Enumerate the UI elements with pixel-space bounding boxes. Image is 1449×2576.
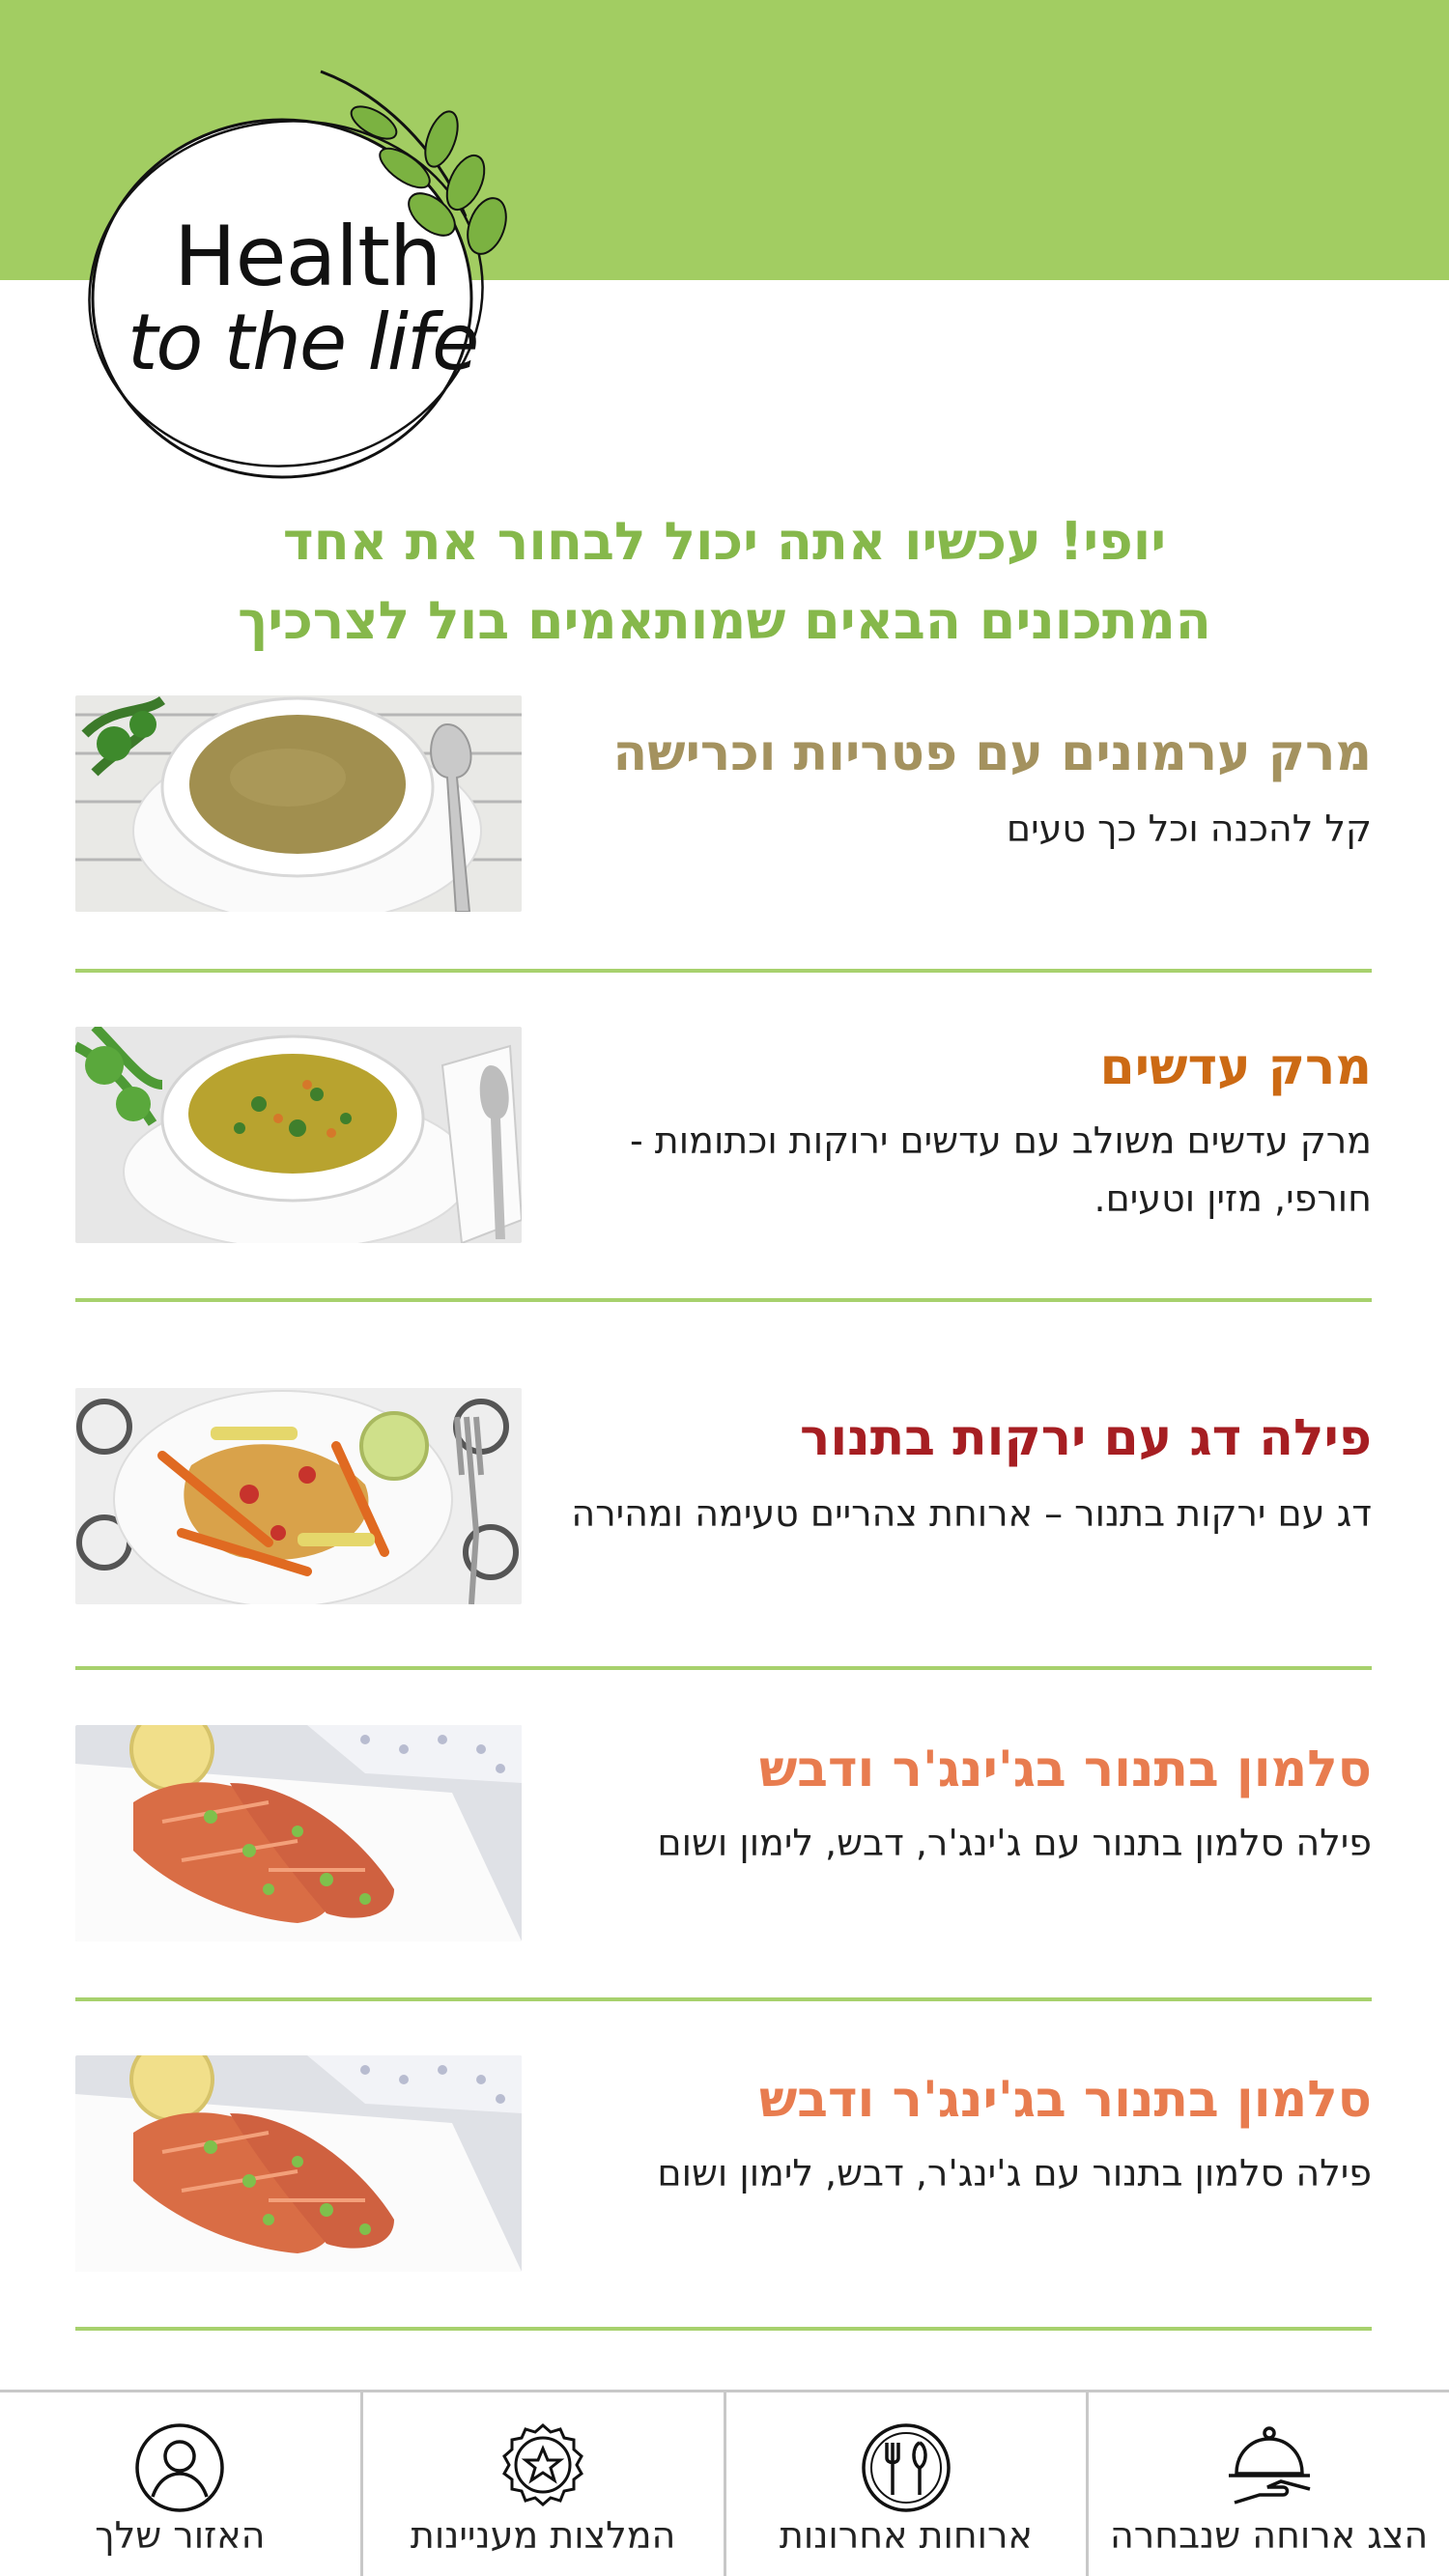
logo: Health to the life	[79, 62, 524, 487]
intro-line2: המתכונים הבאים שמותאמים בול לצרכיך	[238, 590, 1211, 651]
divider	[75, 1666, 1372, 1670]
recipe-title[interactable]: סלמון בתנור בג'ינג'ר ודבש	[570, 2069, 1372, 2131]
recipe-description: דג עם ירקות בתנור – ארוחת צהריים טעימה ו…	[571, 1492, 1372, 1535]
nav-label: המלצות מעניינות	[410, 2514, 676, 2557]
recipe-description: מרק עדשים משולב עם עדשים ירוקות וכתומות …	[630, 1119, 1372, 1220]
nav-item-recommendations[interactable]: המלצות מעניינות	[359, 2392, 724, 2576]
user-icon	[131, 2420, 228, 2516]
recipe-description: פילה סלמון בתנור עם ג'ינג'ר, דבש, לימון …	[657, 1822, 1372, 1864]
nav-label: האזור שלך	[95, 2514, 266, 2557]
recipe-title[interactable]: מרק עדשים	[570, 1036, 1372, 1098]
recipe-description: קל להכנה וכל כך טעים	[1006, 807, 1372, 850]
divider	[75, 969, 1372, 973]
nav-item-recent-meals[interactable]: ארוחות אחרונות	[723, 2392, 1087, 2576]
nav-label: הצג ארוחה שנבחרה	[1109, 2514, 1429, 2557]
divider	[75, 1298, 1372, 1302]
salmon-photo	[75, 2055, 522, 2272]
intro-heading: יופי! עכשיו אתה יכול לבחור את אחד המתכונ…	[97, 502, 1352, 661]
nav-item-show-selected-meal[interactable]: הצג ארוחה שנבחרה	[1086, 2392, 1449, 2576]
nav-item-your-area[interactable]: האזור שלך	[0, 2392, 360, 2576]
intro-line1: יופי! עכשיו אתה יכול לבחור את אחד	[282, 511, 1167, 572]
chestnut-soup-photo	[75, 695, 522, 912]
serving-dish-icon	[1221, 2420, 1318, 2516]
brand-line1: Health	[174, 209, 441, 305]
star-badge-icon	[495, 2420, 591, 2516]
nav-label: ארוחות אחרונות	[779, 2514, 1033, 2557]
divider	[75, 2327, 1372, 2331]
recipe-description: פילה סלמון בתנור עם ג'ינג'ר, דבש, לימון …	[657, 2152, 1372, 2194]
recipe-title[interactable]: פילה דג עם ירקות בתנור	[570, 1407, 1372, 1469]
utensils-icon	[858, 2420, 954, 2516]
brand-line2: to the life	[128, 297, 479, 387]
salmon-photo	[75, 1725, 522, 1941]
fish-vegetables-photo	[75, 1388, 522, 1604]
lentil-soup-photo	[75, 1027, 522, 1243]
divider	[75, 1997, 1372, 2001]
bottom-nav: האזור שלך המלצות מעניינות ארוחות אחרונות	[0, 2390, 1449, 2576]
recipe-title[interactable]: מרק ערמונים עם פטריות וכרישה	[570, 722, 1372, 784]
recipe-title[interactable]: סלמון בתנור בג'ינג'ר ודבש	[570, 1739, 1372, 1800]
